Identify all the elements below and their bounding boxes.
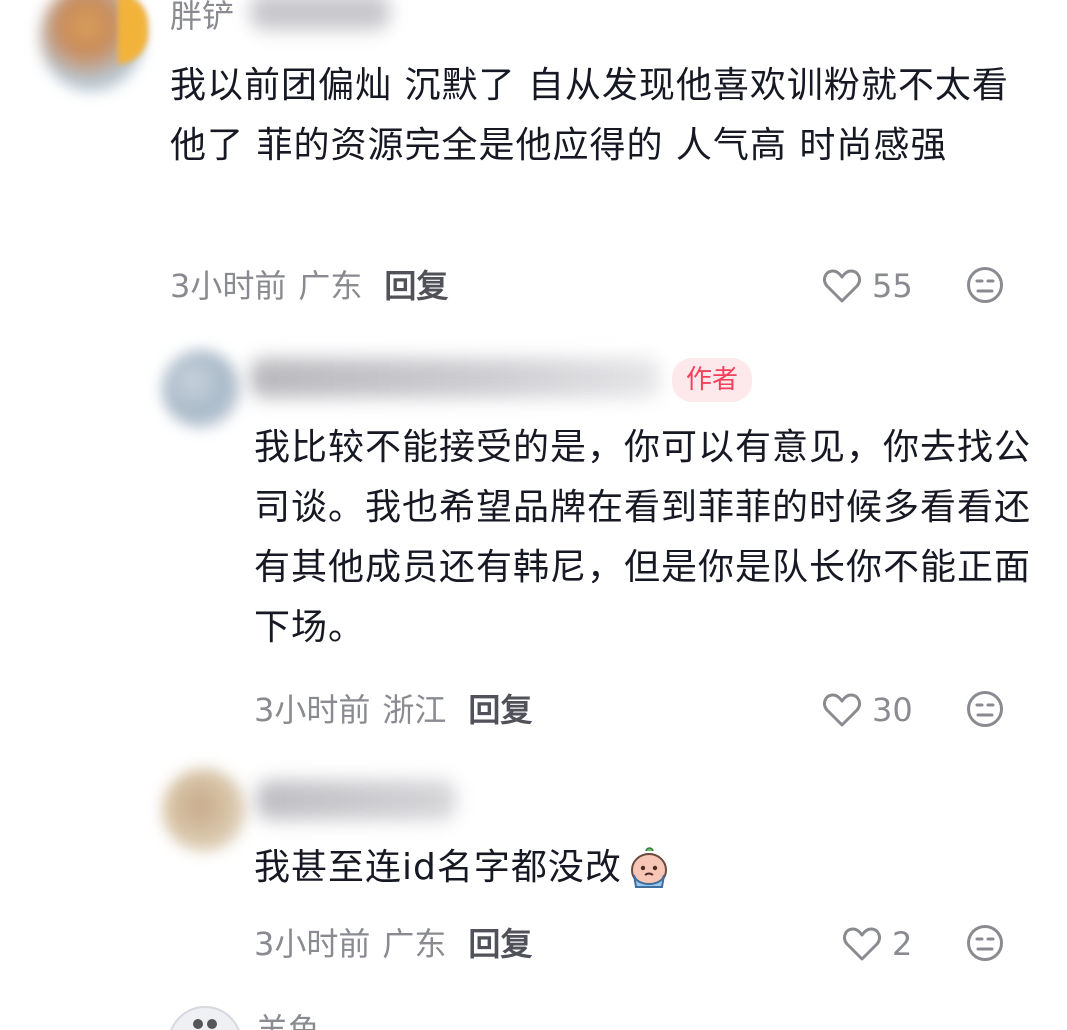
like-count: 30 xyxy=(872,691,913,729)
avatar-badge xyxy=(118,0,148,64)
comment-text: 我比较不能接受的是，你可以有意见，你去找公司谈。我也希望品牌在看到菲菲的时候多看… xyxy=(254,427,1032,648)
location: 广东 xyxy=(298,267,363,305)
avatar[interactable] xyxy=(162,350,240,428)
reply-button[interactable]: 回复 xyxy=(384,266,448,306)
like-count: 2 xyxy=(892,925,913,963)
like-count: 55 xyxy=(872,267,913,305)
comment-meta: 3小时前 广东 回复 xyxy=(254,924,532,964)
like-button[interactable]: 30 xyxy=(822,690,913,730)
commenter-name[interactable]: 羊鱼 xyxy=(256,1010,320,1030)
commenter-name-blurred xyxy=(250,0,390,30)
timestamp: 3小时前 xyxy=(254,691,371,729)
comment-4: 羊鱼 xyxy=(0,996,1067,1030)
comment-meta: 3小时前 浙江 回复 xyxy=(254,690,532,730)
emoji-reaction-icon[interactable] xyxy=(966,690,1004,728)
commenter-name-blurred[interactable] xyxy=(250,358,660,398)
location: 广东 xyxy=(382,925,447,963)
timestamp: 3小时前 xyxy=(170,267,287,305)
comment-1: 胖铲 我以前团偏灿 沉默了 自从发现他喜欢训粉就不太看他了 菲的资源完全是他应得… xyxy=(0,0,1067,320)
comment-text-content: 我甚至连id名字都没改 xyxy=(254,847,622,888)
like-button[interactable]: 2 xyxy=(842,924,912,964)
comment-meta: 3小时前 广东 回复 xyxy=(170,266,448,306)
emoji-reaction-icon[interactable] xyxy=(966,266,1004,304)
reply-button[interactable]: 回复 xyxy=(468,690,532,730)
commenter-name-blurred[interactable] xyxy=(256,780,456,820)
crying-emoji-icon xyxy=(626,845,672,891)
heart-icon xyxy=(822,268,862,304)
comment-text: 我甚至连id名字都没改 xyxy=(254,838,672,898)
panda-icon xyxy=(190,1014,220,1030)
comment-3: 我甚至连id名字都没改 3小时前 广东 回复 2 xyxy=(0,750,1067,980)
comment-2: 作者 我比较不能接受的是，你可以有意见，你去找公司谈。我也希望品牌在看到菲菲的时… xyxy=(0,330,1067,740)
heart-icon xyxy=(822,692,862,728)
commenter-name[interactable]: 胖铲 xyxy=(170,0,234,36)
heart-icon xyxy=(842,926,882,962)
author-badge: 作者 xyxy=(672,358,753,402)
reply-button[interactable]: 回复 xyxy=(468,924,532,964)
emoji-reaction-icon[interactable] xyxy=(966,924,1004,962)
location: 浙江 xyxy=(382,691,447,729)
avatar[interactable] xyxy=(162,768,246,852)
comment-text: 我以前团偏灿 沉默了 自从发现他喜欢训粉就不太看他了 菲的资源完全是他应得的 人… xyxy=(170,65,1009,166)
like-button[interactable]: 55 xyxy=(822,266,913,306)
timestamp: 3小时前 xyxy=(254,925,371,963)
